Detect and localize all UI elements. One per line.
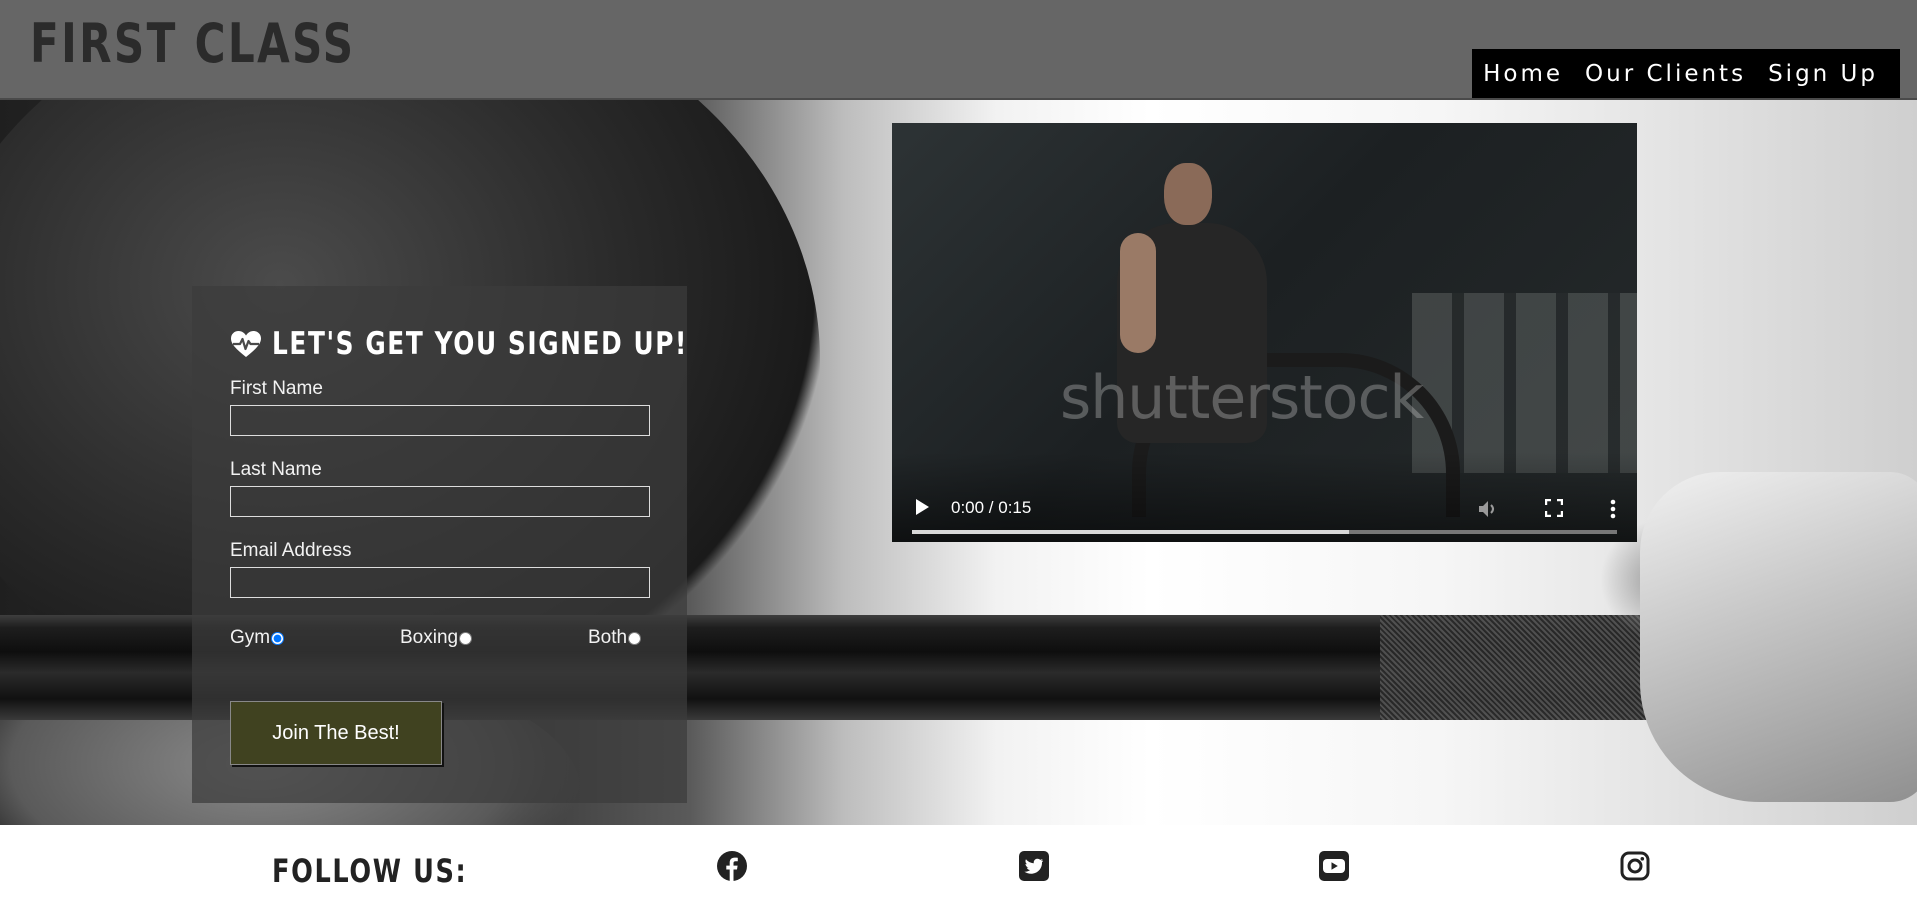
signup-form: LET'S GET YOU SIGNED UP! First Name Last…: [192, 286, 687, 803]
nav-sign-up-link[interactable]: Sign Up: [1768, 61, 1878, 87]
video-time: 0:00 / 0:15: [951, 498, 1032, 517]
email-address-input[interactable]: [230, 567, 650, 598]
radio-boxing[interactable]: [459, 631, 473, 645]
main-nav: Home Our Clients Sign Up: [1472, 49, 1900, 98]
radio-boxing-label: Boxing: [400, 627, 459, 648]
radio-option-both[interactable]: Both: [588, 627, 642, 649]
first-name-label: First Name: [230, 378, 323, 399]
radio-gym-label: Gym: [230, 627, 271, 648]
join-button[interactable]: Join The Best!: [230, 701, 442, 765]
last-name-input[interactable]: [230, 486, 650, 517]
youtube-icon[interactable]: [1318, 850, 1350, 882]
radio-both-label: Both: [588, 627, 628, 648]
video-frame-runner-head: [1164, 163, 1212, 225]
last-name-label: Last Name: [230, 459, 322, 480]
signup-form-title: LET'S GET YOU SIGNED UP!: [230, 326, 686, 362]
radio-gym[interactable]: [271, 631, 285, 645]
nav-our-clients-link[interactable]: Our Clients: [1585, 61, 1746, 87]
volume-muted-icon[interactable]: [1477, 499, 1499, 519]
radio-option-gym[interactable]: Gym: [230, 627, 285, 649]
hero-photo-hand: [1640, 472, 1917, 802]
email-address-label: Email Address: [230, 540, 352, 561]
radio-option-boxing[interactable]: Boxing: [400, 627, 473, 649]
follow-us-label: FOLLOW US:: [272, 852, 468, 890]
fullscreen-icon[interactable]: [1545, 499, 1563, 517]
radio-both[interactable]: [628, 631, 642, 645]
video-frame-runner-arm: [1120, 233, 1156, 353]
play-icon[interactable]: [914, 498, 930, 516]
nav-home-link[interactable]: Home: [1483, 61, 1563, 87]
twitter-icon[interactable]: [1018, 850, 1050, 882]
brand-logo[interactable]: FIRST CLASS: [30, 12, 355, 75]
facebook-icon[interactable]: [716, 850, 748, 882]
video-progress-bar[interactable]: [912, 530, 1617, 534]
membership-radio-group: Gym Boxing Both: [230, 621, 649, 661]
promo-video-player[interactable]: shutterstock 0:00 / 0:15: [892, 123, 1637, 542]
heart-pulse-icon: [231, 331, 261, 357]
signup-form-title-text: LET'S GET YOU SIGNED UP!: [272, 326, 688, 362]
instagram-icon[interactable]: [1619, 850, 1651, 882]
video-controls: 0:00 / 0:15: [892, 452, 1637, 542]
site-header: FIRST CLASS Home Our Clients Sign Up: [0, 0, 1917, 100]
video-watermark: shutterstock: [1060, 363, 1424, 433]
video-buffered-fill: [912, 530, 1350, 534]
more-options-icon[interactable]: [1610, 499, 1616, 519]
first-name-input[interactable]: [230, 405, 650, 436]
site-footer: FOLLOW US:: [0, 825, 1917, 911]
